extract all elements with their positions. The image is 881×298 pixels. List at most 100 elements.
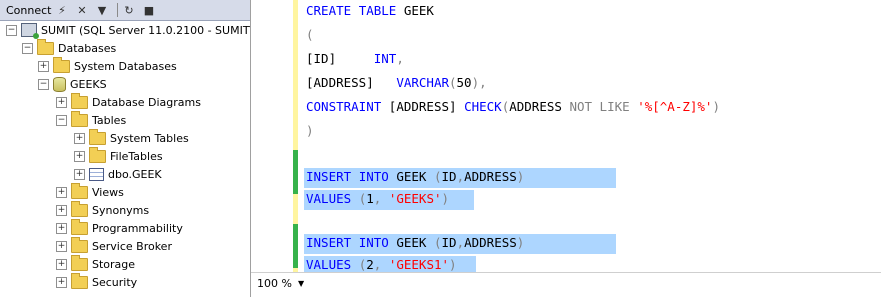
folder-icon — [53, 56, 70, 73]
query-editor[interactable]: CREATE TABLE GEEK ( [ID] INT, [ADDRESS] VAR… — [298, 0, 881, 276]
folder-icon — [71, 236, 88, 253]
code-token: ADDRESS — [509, 99, 570, 114]
code-token: INTO — [358, 235, 397, 250]
object-explorer-tree: − SUMIT (SQL Server 11.0.2100 - SUMIT\Su −… — [0, 21, 250, 297]
code-line[interactable]: VALUES (1, 'GEEKS') — [306, 190, 449, 208]
disconnect-icon[interactable]: ✕ — [74, 3, 90, 17]
tree-node[interactable]: − Databases — [22, 38, 117, 57]
expand-icon[interactable]: + — [74, 168, 85, 180]
editor-statusbar: 100 % ▼ — [251, 272, 881, 298]
connect-icon[interactable]: ⚡ — [54, 3, 70, 17]
tree-node-label: System Databases — [74, 59, 177, 73]
code-token: ) — [712, 99, 720, 114]
expand-icon[interactable]: + — [56, 276, 67, 288]
code-token: 2 — [366, 257, 374, 272]
code-token: 'GEEKS' — [388, 191, 442, 206]
tree-node[interactable]: + Database Diagrams — [56, 92, 201, 111]
code-token: ( — [433, 169, 442, 184]
code-token: , — [456, 169, 465, 184]
code-token: VALUES — [306, 257, 359, 272]
code-token: NOT LIKE — [569, 99, 638, 114]
tree-node[interactable]: + dbo.GEEK — [74, 165, 162, 183]
toolbar-separator — [117, 3, 118, 17]
code-line[interactable]: [ADDRESS] VARCHAR(50), — [306, 74, 487, 92]
code-line[interactable]: ) — [306, 122, 314, 140]
expand-icon[interactable]: + — [38, 60, 49, 72]
tree-node[interactable]: + System Databases — [38, 56, 177, 75]
code-line[interactable]: INSERT INTO GEEK (ID,ADDRESS) — [306, 168, 524, 186]
code-token: ( — [306, 27, 314, 42]
code-token: ADDRESS — [464, 169, 517, 184]
code-token: , — [456, 235, 465, 250]
tree-node[interactable]: + Security — [56, 272, 137, 291]
code-token: , — [373, 191, 389, 206]
tree-node[interactable]: − Tables — [56, 110, 127, 129]
filter-icon[interactable]: ▼ — [94, 3, 110, 17]
code-token: ADDRESS — [464, 235, 517, 250]
database-icon — [53, 76, 66, 92]
tree-node[interactable]: + Storage — [56, 254, 135, 273]
code-line[interactable]: [ID] INT, — [306, 50, 404, 68]
tree-node[interactable]: + Service Broker — [56, 236, 172, 255]
zoom-level: 100 % — [257, 277, 292, 290]
collapse-icon[interactable]: − — [22, 42, 33, 54]
tree-node[interactable]: − SUMIT (SQL Server 11.0.2100 - SUMIT\Su — [6, 21, 250, 39]
chevron-down-icon: ▼ — [297, 279, 305, 288]
code-line[interactable]: INSERT INTO GEEK (ID,ADDRESS) — [306, 234, 524, 252]
stop-icon[interactable]: ■ — [141, 3, 157, 17]
code-token: VALUES — [306, 191, 359, 206]
code-token: ) — [441, 191, 450, 206]
folder-icon — [37, 38, 54, 55]
expand-icon[interactable]: + — [56, 186, 67, 198]
folder-icon — [71, 218, 88, 235]
tree-node[interactable]: + Views — [56, 182, 124, 201]
tree-node[interactable]: + Programmability — [56, 218, 183, 237]
code-token: [ADDRESS] — [388, 99, 465, 114]
code-token: ) — [516, 235, 525, 250]
tree-node[interactable]: + System Tables — [74, 128, 189, 147]
code-token: CONSTRAINT — [306, 99, 389, 114]
refresh-icon[interactable]: ↻ — [121, 3, 137, 17]
zoom-dropdown[interactable]: 100 % ▼ — [257, 277, 304, 290]
code-token: ) — [306, 123, 314, 138]
code-token: 1 — [366, 191, 374, 206]
tree-node-label: Databases — [58, 41, 117, 55]
code-token: ) — [516, 169, 525, 184]
expand-icon[interactable]: + — [56, 96, 67, 108]
code-token: [ID] — [306, 51, 337, 66]
tree-node-label: Tables — [92, 113, 127, 127]
tree-node[interactable]: + Synonyms — [56, 200, 149, 219]
tree-node[interactable]: + FileTables — [74, 146, 163, 165]
expand-icon[interactable]: + — [74, 150, 85, 162]
expand-icon[interactable]: + — [56, 258, 67, 270]
code-line[interactable]: ( — [306, 26, 314, 44]
code-token: '%[^A-Z]%' — [637, 99, 713, 114]
code-token: INSERT — [306, 235, 359, 250]
tree-node-label: Views — [92, 185, 124, 199]
tree-node-label: Service Broker — [92, 239, 172, 253]
code-token: ( — [449, 75, 457, 90]
code-token: TABLE — [358, 3, 404, 18]
editor-gutter — [251, 0, 293, 272]
server-icon — [21, 23, 39, 39]
folder-icon — [71, 92, 88, 109]
expand-icon[interactable]: + — [74, 132, 85, 144]
collapse-icon[interactable]: − — [56, 114, 67, 126]
code-token: VARCHAR — [396, 75, 449, 90]
code-token: [ADDRESS] — [306, 75, 374, 90]
code-line[interactable]: CONSTRAINT [ADDRESS] CHECK(ADDRESS NOT L… — [306, 98, 720, 116]
code-token: ) — [449, 257, 457, 272]
expand-icon[interactable]: + — [56, 240, 67, 252]
expand-icon[interactable]: + — [56, 222, 67, 234]
code-line[interactable]: CREATE TABLE GEEK — [306, 2, 434, 20]
collapse-icon[interactable]: − — [38, 78, 49, 90]
tree-node[interactable]: − GEEKS — [38, 75, 107, 93]
connect-label[interactable]: Connect — [0, 4, 54, 17]
collapse-icon[interactable]: − — [6, 24, 17, 36]
tree-node-label: dbo.GEEK — [108, 167, 162, 181]
tree-node-label: GEEKS — [70, 77, 107, 91]
code-token: GEEK — [396, 235, 434, 250]
expand-icon[interactable]: + — [56, 204, 67, 216]
